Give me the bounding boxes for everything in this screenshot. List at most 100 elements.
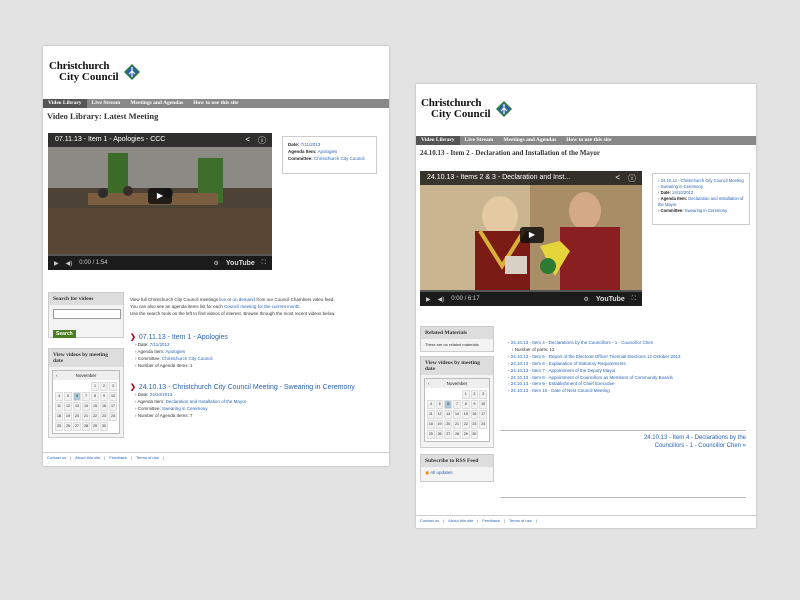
calendar-day[interactable]: 16 [100,402,108,411]
item-title[interactable]: ❯ 07.11.13 - Item 1 - Apologies [130,333,228,341]
next-video-link[interactable]: 24.10.13 - Item 4 - Declarations by the … [644,434,746,450]
calendar-day[interactable]: 5 [435,400,444,409]
calendar-day[interactable]: 7 [82,392,90,401]
calendar-day[interactable]: 10 [479,400,487,409]
youtube-logo[interactable]: YouTube [226,260,255,267]
nav-how-to-use[interactable]: How to use this site [188,99,243,108]
item-agenda-value[interactable]: Declaration and Installation of the Mayo… [166,399,247,404]
calendar-day[interactable]: 20 [444,420,453,429]
item-date-value[interactable]: 24/10/2013 [150,392,173,397]
calendar-day[interactable]: 11 [427,410,435,419]
footer-feedback-link[interactable]: Feedback [482,518,500,523]
info-icon[interactable]: ⓘ [258,135,266,146]
calendar-day[interactable]: 3 [479,390,487,399]
calendar-day[interactable]: 6 [73,392,81,401]
calendar-day[interactable]: 17 [109,402,117,411]
calendar-day[interactable]: 30 [100,422,108,431]
footer-feedback-link[interactable]: Feedback [109,455,127,460]
calendar-day[interactable]: 1 [461,390,470,399]
nav-live-stream[interactable]: Live Stream [87,99,126,108]
nav-live-stream[interactable]: Live Stream [460,136,499,145]
list-item[interactable]: › 24.10.13 - Item 5 - Report of the Elec… [508,354,748,361]
footer-terms-link[interactable]: Terms of use [136,455,159,460]
info-committee[interactable]: Christchurch City Council [314,156,365,161]
footer-terms-link[interactable]: Terms of use [509,518,532,523]
footer-about-link[interactable]: About this site [75,455,100,460]
calendar-day[interactable]: 8 [461,400,470,409]
search-button[interactable]: Search [53,330,76,338]
info-icon[interactable]: ⓘ [628,173,636,184]
video-player[interactable]: 24.10.13 - Items 2 & 3 - Declaration and… [420,171,642,306]
calendar-day[interactable]: 27 [73,422,81,431]
calendar-day[interactable]: 23 [100,412,108,421]
list-item[interactable]: › 24.10.13 - Item 7 - Appointment of the… [508,368,748,375]
calendar-day[interactable]: 25 [427,430,435,439]
calendar-day[interactable]: 16 [470,410,479,419]
item-title[interactable]: ❯ 24.10.13 - Christchurch City Council Me… [130,383,355,391]
info-item-link[interactable]: › 24.10.13 - Christchurch City Council M… [658,178,744,190]
calendar-day[interactable]: 17 [479,410,487,419]
calendar-day[interactable]: 12 [435,410,444,419]
calendar-day[interactable]: 26 [435,430,444,439]
nav-video-library[interactable]: Video Library [43,99,87,108]
calendar-day[interactable]: 2 [100,382,108,391]
footer-contact-link[interactable]: Contact us [420,518,439,523]
calendar-day[interactable]: 5 [64,392,72,401]
calendar-day[interactable]: 26 [64,422,72,431]
council-logo[interactable]: Christchurch City Council [421,98,514,120]
calendar-day[interactable]: 22 [91,412,99,421]
prev-month-icon[interactable]: ‹ [428,381,430,386]
item-agenda-value[interactable]: Apologies [165,349,185,354]
calendar-day[interactable]: 6 [444,400,453,409]
calendar-day[interactable]: 19 [435,420,444,429]
footer-contact-link[interactable]: Contact us [47,455,66,460]
calendar-day[interactable]: 18 [55,412,63,421]
calendar-day[interactable]: 30 [470,430,479,439]
footer-about-link[interactable]: About this site [448,518,473,523]
calendar-day[interactable]: 11 [55,402,63,411]
calendar-day[interactable]: 27 [444,430,453,439]
intro-agenda-link[interactable]: Council meeting for the current month. [224,304,301,309]
intro-ondemand-link[interactable]: on demand [233,297,256,302]
nav-video-library[interactable]: Video Library [416,136,460,145]
play-icon[interactable]: ▶ [54,260,59,267]
calendar-day[interactable]: 13 [444,410,453,419]
volume-icon[interactable]: ◀) [438,296,445,303]
calendar-day[interactable]: 20 [73,412,81,421]
video-player[interactable]: 07.11.13 - Item 1 - Apologies - CCC < ⓘ … [48,133,272,270]
calendar-day[interactable]: 3 [109,382,117,391]
list-item[interactable]: › 24.10.13 - Item 10 - Date of Next Coun… [508,388,748,395]
item-committee-value[interactable]: Swearing in Ceremony [162,406,208,411]
calendar-day[interactable]: 14 [453,410,461,419]
calendar-day[interactable]: 1 [91,382,99,391]
calendar-day[interactable]: 21 [453,420,461,429]
calendar-day[interactable]: 25 [55,422,63,431]
info-date[interactable]: 24/10/2013 [672,190,693,195]
list-item[interactable]: › 24.10.13 - Item 4 - Declarations by th… [508,340,748,347]
info-agenda[interactable]: Apologies [318,149,338,154]
rss-link[interactable]: ▣ All updates [421,467,493,479]
play-overlay-icon[interactable]: ▶ [520,227,544,243]
share-icon[interactable]: < [245,135,250,146]
calendar-day[interactable]: 18 [427,420,435,429]
calendar-day[interactable]: 10 [109,392,117,401]
calendar-day[interactable]: 8 [91,392,99,401]
calendar-day[interactable]: 19 [64,412,72,421]
fullscreen-icon[interactable]: ⛶ [632,296,636,303]
share-icon[interactable]: < [615,173,620,184]
calendar-day[interactable]: 13 [73,402,81,411]
youtube-logo[interactable]: YouTube [596,296,625,303]
calendar-day[interactable]: 2 [470,390,479,399]
calendar-day[interactable]: 28 [453,430,461,439]
list-item[interactable]: › 24.10.13 - Item 9 - Establishment of C… [508,381,748,388]
calendar-day[interactable]: 24 [109,412,117,421]
list-item[interactable]: › 24.10.13 - Item 8 - Appointment of Cou… [508,375,748,382]
council-logo[interactable]: Christchurch City Council [49,61,142,83]
calendar-day[interactable]: 29 [91,422,99,431]
nav-how-to-use[interactable]: How to use this site [561,136,616,145]
play-icon[interactable]: ▶ [426,296,431,303]
settings-icon[interactable]: ⚙ [584,296,589,303]
nav-meetings-agendas[interactable]: Meetings and Agendas [125,99,188,108]
item-committee-value[interactable]: Christchurch City Council [162,356,213,361]
calendar-day[interactable]: 23 [470,420,479,429]
